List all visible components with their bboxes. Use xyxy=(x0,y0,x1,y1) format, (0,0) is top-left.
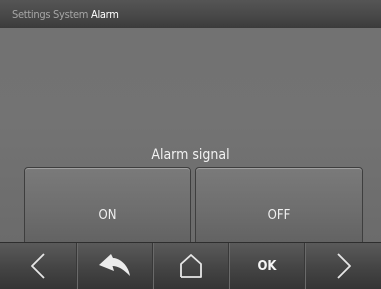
home-icon xyxy=(180,254,202,278)
arrow-right-icon xyxy=(336,253,351,279)
back-button[interactable] xyxy=(76,243,153,289)
main-panel: Alarm signal ON OFF xyxy=(0,28,381,262)
ok-label: OK xyxy=(257,258,277,274)
breadcrumb-system[interactable]: System xyxy=(53,8,88,21)
next-button[interactable] xyxy=(304,243,381,289)
breadcrumb: Settings System Alarm xyxy=(12,8,119,21)
breadcrumb-settings[interactable]: Settings xyxy=(12,8,51,21)
arrow-left-icon xyxy=(31,253,45,279)
bottom-nav: OK xyxy=(0,242,381,289)
home-button[interactable] xyxy=(152,243,229,289)
previous-button[interactable] xyxy=(0,243,76,289)
top-bar: Settings System Alarm xyxy=(0,0,381,28)
breadcrumb-alarm: Alarm xyxy=(91,8,119,21)
page-title: Alarm signal xyxy=(151,147,230,163)
return-arrow-icon xyxy=(99,254,130,276)
ok-button[interactable]: OK xyxy=(228,243,305,289)
